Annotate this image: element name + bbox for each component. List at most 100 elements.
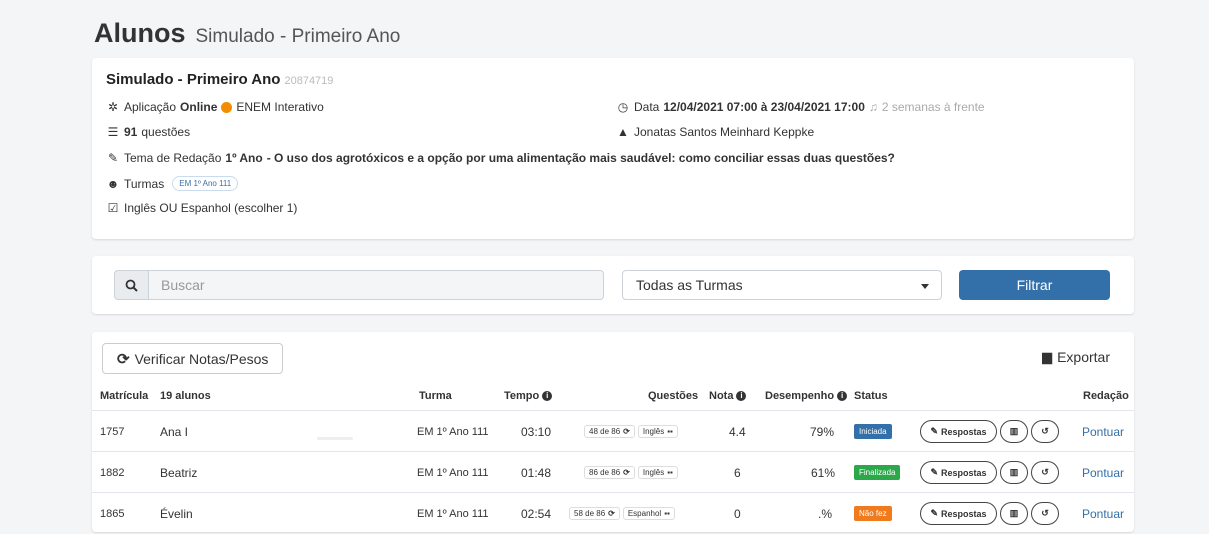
- students-table-card: ⟳ Verificar Notas/Pesos ▆ Exportar Matrí…: [92, 332, 1134, 532]
- chart-icon[interactable]: ▥: [1000, 420, 1028, 443]
- exam-info-card: Simulado - Primeiro Ano 20874719 ✲ Aplica…: [92, 58, 1134, 239]
- exam-code: 20874719: [284, 75, 334, 87]
- table-row[interactable]: 1757 Ana I EM 1º Ano 111 03:10 48 de 86 ⟳…: [92, 411, 1134, 452]
- header-matricula[interactable]: Matrícula: [100, 390, 148, 402]
- lingua-chip: Inglês ▪▪: [637, 425, 678, 438]
- search-group: [114, 270, 604, 300]
- data-row: ◷ Data 12/04/2021 07:00 à 23/04/2021 17:…: [617, 100, 985, 114]
- checkbox-icon: ☑: [107, 201, 119, 215]
- header-alunos[interactable]: 19 alunos: [160, 390, 211, 402]
- clock-icon: ◷: [617, 100, 629, 114]
- cell-actions: ✎ Respostas ▥ ↺: [920, 411, 1059, 452]
- respostas-button[interactable]: ✎ Respostas: [920, 502, 997, 525]
- chart-icon[interactable]: ▥: [1000, 502, 1028, 525]
- enem-logo-icon: [221, 101, 233, 113]
- edit-icon: ✎: [930, 467, 938, 477]
- list-icon: ☰: [107, 125, 119, 139]
- refresh-icon: ⟳: [623, 427, 630, 436]
- cell-nome: Beatriz: [160, 465, 198, 480]
- export-button[interactable]: ▆ Exportar: [1042, 349, 1110, 365]
- teacher-row: ▲ Jonatas Santos Meinhard Keppke: [617, 125, 815, 139]
- page-subtitle: Simulado - Primeiro Ano: [195, 26, 401, 47]
- edit-icon: ✎: [930, 508, 938, 518]
- redacao-row: ✎ Tema de Redação 1º Ano - O uso dos agr…: [107, 151, 895, 165]
- page-header: Alunos Simulado - Primeiro Ano: [94, 18, 400, 49]
- status-badge: Iniciada: [854, 424, 892, 439]
- graduation-cap-icon: ▲: [617, 125, 629, 139]
- placeholder-bar: [317, 437, 353, 440]
- lingua-row: ☑ Inglês OU Espanhol (escolher 1): [107, 201, 298, 215]
- refresh-icon: ⟳: [623, 468, 630, 477]
- header-redacao[interactable]: Redação: [1083, 390, 1129, 402]
- print-icon: ▆: [1042, 349, 1053, 364]
- info-icon: i: [736, 391, 747, 401]
- turma-chip[interactable]: EM 1º Ano 111: [172, 176, 239, 191]
- info-icon: i: [837, 391, 848, 401]
- cell-desempenho: 61%: [811, 465, 836, 480]
- history-icon[interactable]: ↺: [1031, 461, 1059, 484]
- header-desempenho[interactable]: Desempenho i: [765, 390, 848, 402]
- cell-turma: EM 1º Ano 111: [417, 466, 489, 479]
- cell-matricula: 1882: [100, 466, 125, 479]
- cell-desempenho: 79%: [810, 424, 835, 439]
- questoes-chip[interactable]: 58 de 86 ⟳: [569, 507, 620, 520]
- cell-nome: Ana I: [160, 424, 189, 439]
- refresh-icon: ⟳: [608, 509, 615, 518]
- users-icon: ☻: [106, 176, 120, 191]
- cell-actions: ✎ Respostas ▥ ↺: [920, 452, 1059, 493]
- cell-questoes: 86 de 86 ⟳ Inglês ▪▪: [581, 452, 678, 493]
- flag-icon: ▪▪: [667, 468, 673, 477]
- pencil-icon: ✎: [107, 151, 119, 165]
- flag-icon: ▪▪: [667, 427, 673, 436]
- chart-icon[interactable]: ▥: [1000, 461, 1028, 484]
- cell-turma: EM 1º Ano 111: [417, 425, 489, 438]
- page-title: Alunos: [94, 18, 186, 48]
- pontuar-link[interactable]: Pontuar: [1082, 425, 1124, 439]
- edit-icon: ✎: [930, 426, 938, 436]
- cell-redacao: Pontuar: [1082, 452, 1124, 493]
- respostas-button[interactable]: ✎ Respostas: [920, 420, 997, 443]
- gear-icon: ✲: [107, 100, 119, 114]
- cell-nota: 4.4: [729, 424, 746, 439]
- header-turma[interactable]: Turma: [419, 390, 452, 402]
- search-input[interactable]: [148, 270, 604, 300]
- header-nota[interactable]: Nota i: [709, 390, 747, 402]
- turmas-row: ☻ Turmas EM 1º Ano 111: [106, 176, 239, 191]
- cell-matricula: 1757: [100, 425, 125, 438]
- header-status[interactable]: Status: [854, 390, 888, 402]
- lingua-chip: Espanhol ▪▪: [622, 507, 675, 520]
- aplicacao-row: ✲ Aplicação Online ENEM Interativo: [107, 100, 324, 114]
- pontuar-link[interactable]: Pontuar: [1082, 507, 1124, 521]
- status-badge: Não fez: [854, 506, 892, 521]
- cell-tempo: 03:10: [521, 424, 552, 439]
- filter-button[interactable]: Filtrar: [959, 270, 1110, 300]
- cell-status: Finalizada: [854, 452, 901, 493]
- cell-tempo: 01:48: [521, 465, 552, 480]
- history-icon[interactable]: ↺: [1031, 420, 1059, 443]
- cell-questoes: 48 de 86 ⟳ Inglês ▪▪: [581, 411, 678, 452]
- refresh-icon: ⟳: [117, 350, 130, 368]
- pontuar-link[interactable]: Pontuar: [1082, 466, 1124, 480]
- header-questoes[interactable]: Questões: [648, 390, 698, 402]
- respostas-button[interactable]: ✎ Respostas: [920, 461, 997, 484]
- cell-status: Iniciada: [854, 411, 892, 452]
- cell-nota: 6: [734, 465, 741, 480]
- info-icon: i: [542, 391, 553, 401]
- filter-card: Todas as Turmas Filtrar: [92, 256, 1134, 314]
- chevron-down-icon: [921, 284, 929, 289]
- turma-select[interactable]: Todas as Turmas: [622, 270, 942, 300]
- exam-title: Simulado - Primeiro Ano 20874719: [106, 71, 334, 88]
- questoes-chip[interactable]: 86 de 86 ⟳: [584, 466, 635, 479]
- header-tempo[interactable]: Tempo i: [504, 390, 553, 402]
- flag-icon: ▪▪: [664, 509, 670, 518]
- verify-button[interactable]: ⟳ Verificar Notas/Pesos: [102, 343, 284, 374]
- questoes-row: ☰ 91 questões: [107, 125, 191, 139]
- questoes-chip[interactable]: 48 de 86 ⟳: [584, 425, 635, 438]
- search-icon[interactable]: [114, 270, 148, 300]
- cell-redacao: Pontuar: [1082, 411, 1124, 452]
- lingua-chip: Inglês ▪▪: [637, 466, 678, 479]
- history-icon[interactable]: ↺: [1031, 502, 1059, 525]
- bell-icon: ♫: [868, 100, 878, 114]
- table-row[interactable]: 1882 Beatriz EM 1º Ano 111 01:48 86 de 8…: [92, 452, 1134, 493]
- status-badge: Finalizada: [854, 465, 901, 480]
